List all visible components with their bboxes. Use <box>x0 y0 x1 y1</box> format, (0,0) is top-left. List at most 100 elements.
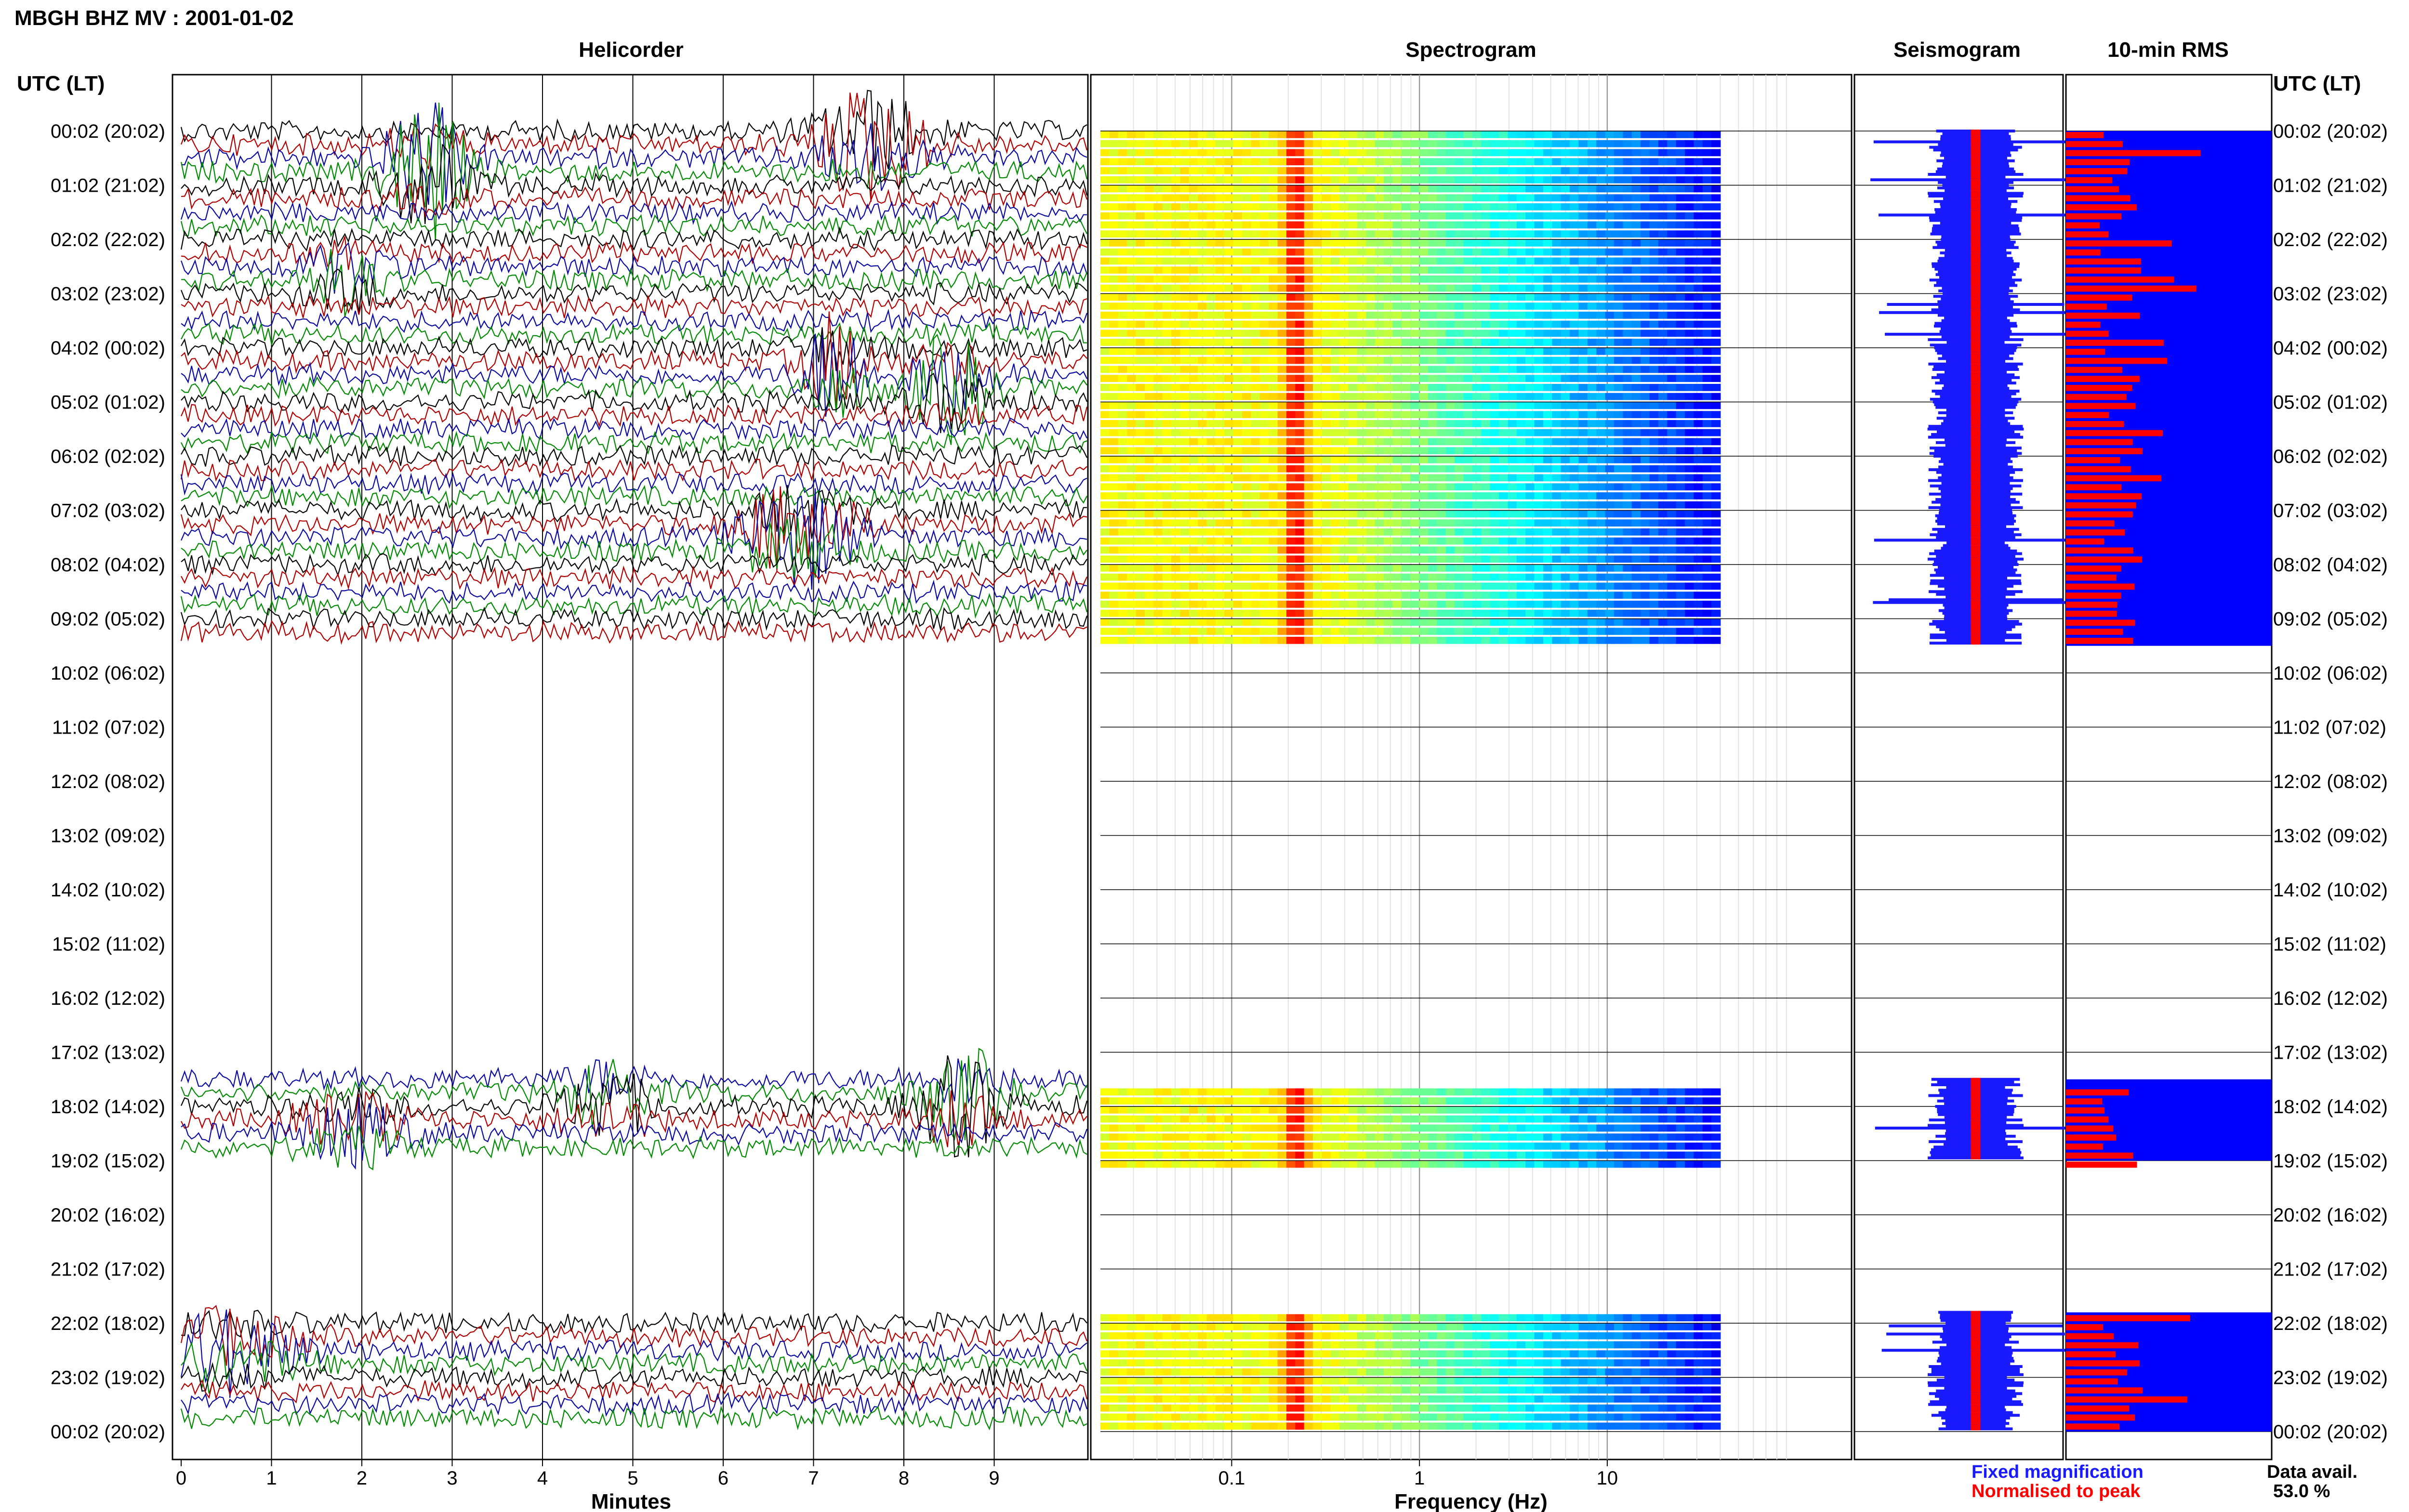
spectrogram-cell <box>1561 1143 1570 1150</box>
spectrogram-cell <box>1578 447 1588 455</box>
spectrogram-cell <box>1339 637 1349 644</box>
spectrogram-cell <box>1490 637 1499 644</box>
spectrogram-cell <box>1286 537 1296 545</box>
spectrogram-cell <box>1499 565 1509 572</box>
spectrogram-cell <box>1455 329 1464 337</box>
spectrogram-cell <box>1322 618 1331 626</box>
spectrogram-cell <box>1339 339 1349 346</box>
spectrogram-cell <box>1428 492 1438 500</box>
spectrogram-cell <box>1614 1332 1624 1340</box>
spectrogram-cell <box>1658 366 1668 373</box>
spectrogram-cell <box>1242 429 1252 436</box>
spectrogram-cell <box>1206 140 1216 147</box>
spectrogram-cell <box>1685 609 1694 617</box>
spectrogram-cell <box>1428 402 1438 409</box>
spectrogram-cell <box>1516 483 1526 491</box>
spectrogram-cell <box>1711 1160 1721 1168</box>
spectrogram-cell <box>1428 185 1438 193</box>
spectrogram-cell <box>1127 420 1137 427</box>
spectrogram-cell <box>1375 465 1384 473</box>
spectrogram-cell <box>1366 1151 1376 1159</box>
spectrogram-cell <box>1304 528 1313 536</box>
spectrogram-cell <box>1463 483 1473 491</box>
spectrogram-cell <box>1658 1097 1668 1104</box>
spectrogram-cell <box>1269 1143 1278 1150</box>
spectrogram-cell <box>1322 1115 1331 1123</box>
spectrogram-cell <box>1605 592 1615 599</box>
spectrogram-cell <box>1269 628 1278 635</box>
spectrogram-cell <box>1224 601 1234 608</box>
spectrogram-cell <box>1109 393 1119 400</box>
spectrogram-cell <box>1384 194 1393 202</box>
spectrogram-cell <box>1100 302 1110 310</box>
spectrogram-cell <box>1269 582 1278 590</box>
spectrogram-cell <box>1348 393 1358 400</box>
spectrogram-cell <box>1463 194 1473 202</box>
spectrogram-cell <box>1631 131 1641 138</box>
spectrogram-cell <box>1189 528 1198 536</box>
spectrogram-cell <box>1118 1106 1127 1114</box>
spectrogram-cell <box>1508 356 1517 364</box>
spectrogram-cell <box>1694 1151 1703 1159</box>
spectrogram-cell <box>1313 483 1323 491</box>
spectrogram-cell <box>1384 248 1393 256</box>
spectrogram-cell <box>1215 628 1225 635</box>
spectrogram-cell <box>1295 411 1305 419</box>
spectrogram-cell <box>1322 375 1331 382</box>
spectrogram-cell <box>1437 1151 1446 1159</box>
spectrogram-cell <box>1649 510 1659 518</box>
spectrogram-cell <box>1685 248 1694 256</box>
spectrogram-cell <box>1552 474 1562 482</box>
spectrogram-cell <box>1322 1151 1331 1159</box>
spectrogram-cell <box>1711 366 1721 373</box>
spectrogram-cell <box>1153 384 1163 391</box>
spectrogram-cell <box>1171 429 1181 436</box>
spectrogram-cell <box>1392 293 1402 301</box>
spectrogram-cell <box>1224 149 1234 157</box>
spectrogram-cell <box>1676 131 1685 138</box>
spectrogram-cell <box>1578 266 1588 274</box>
spectrogram-cell <box>1455 555 1464 563</box>
spectrogram-cell <box>1198 1097 1207 1104</box>
spectrogram-cell <box>1153 402 1163 409</box>
spectrogram-cell <box>1189 537 1198 545</box>
spectrogram-cell <box>1313 158 1323 166</box>
spectrogram-cell <box>1552 194 1562 202</box>
spectrogram-cell <box>1437 1341 1446 1349</box>
spectrogram-cell <box>1570 149 1579 157</box>
spectrogram-cell <box>1206 276 1216 283</box>
spectrogram-cell <box>1631 1133 1641 1141</box>
spectrogram-cell <box>1561 167 1570 174</box>
spectrogram-cell <box>1570 140 1579 147</box>
spectrogram-cell <box>1295 1124 1305 1132</box>
spectrogram-cell <box>1525 312 1535 319</box>
spectrogram-cell <box>1658 1151 1668 1159</box>
spectrogram-cell <box>1251 618 1260 626</box>
spectrogram-cell <box>1233 293 1243 301</box>
spectrogram-cell <box>1641 1124 1650 1132</box>
spectrogram-cell <box>1180 131 1190 138</box>
spectrogram-cell <box>1215 194 1225 202</box>
spectrogram-cell <box>1463 555 1473 563</box>
spectrogram-cell <box>1587 167 1597 174</box>
spectrogram-cell <box>1543 411 1553 419</box>
spectrogram-cell <box>1649 293 1659 301</box>
spectrogram-cell <box>1525 1160 1535 1168</box>
spectrogram-cell <box>1233 356 1243 364</box>
spectrogram-cell <box>1578 1160 1588 1168</box>
spectrogram-cell <box>1641 483 1650 491</box>
spectrogram-cell <box>1437 546 1446 554</box>
spectrogram-cell <box>1401 176 1411 184</box>
spectrogram-cell <box>1658 402 1668 409</box>
spectrogram-cell <box>1543 1341 1553 1349</box>
spectrogram-cell <box>1224 438 1234 446</box>
spectrogram-cell <box>1286 402 1296 409</box>
spectrogram-cell <box>1295 1323 1305 1330</box>
spectrogram-cell <box>1534 582 1544 590</box>
spectrogram-cell <box>1641 1323 1650 1330</box>
spectrogram-cell <box>1410 402 1420 409</box>
spectrogram-cell <box>1525 1124 1535 1132</box>
spectrogram-cell <box>1481 158 1491 166</box>
spectrogram-cell <box>1623 1314 1632 1322</box>
spectrogram-cell <box>1516 158 1526 166</box>
